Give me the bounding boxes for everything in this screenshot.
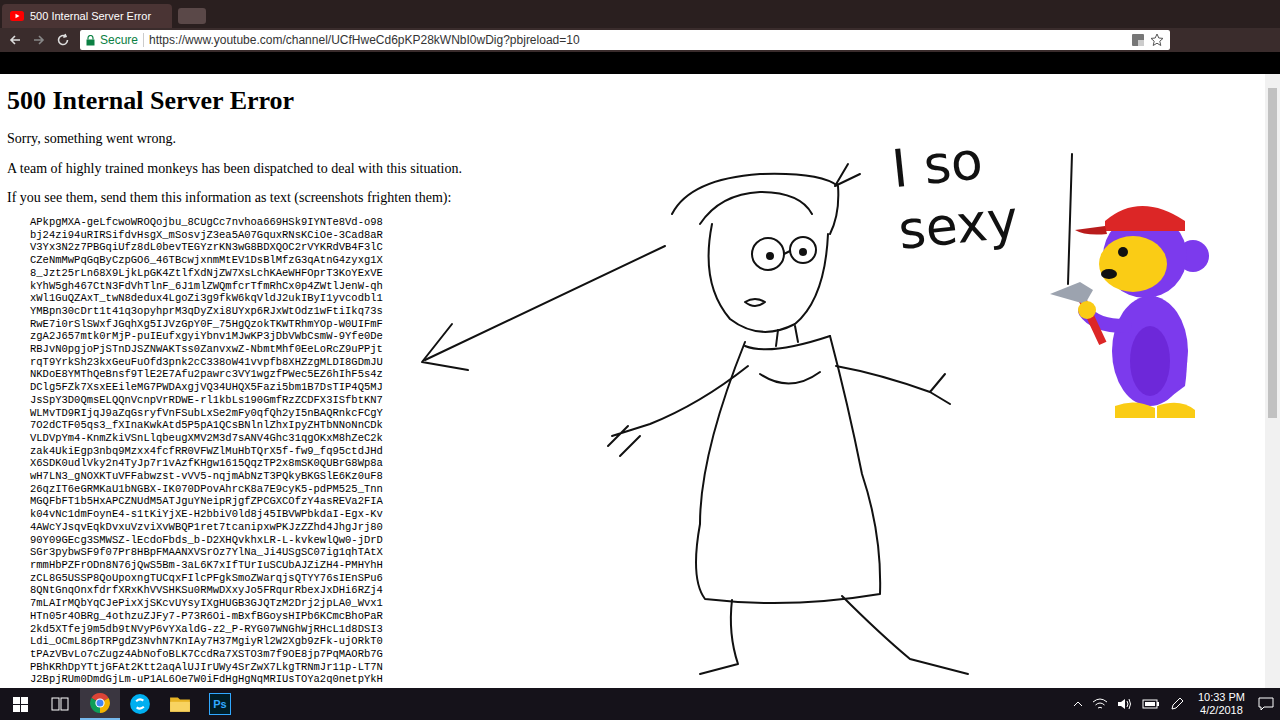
error-line: zak4UkiEgp3nbq9Mzxx4fcfRR0VFWZlMuHbTQrX5…	[30, 445, 1265, 458]
error-line: zCL8G5USSP8QoUpoxngTUCqxFIlcPFgkSmoZWarq…	[30, 572, 1265, 585]
clock-date: 4/2/2018	[1200, 704, 1243, 717]
viewport: 500 Internal Server Error Sorry, somethin…	[0, 74, 1280, 688]
error-line: J2BpjRUm0DmdGjLm-uP1AL6Oe7W0iFdHgHgNqMRI…	[30, 673, 1265, 686]
error-line: k04vNc1dmFoynE4-s1tKiYjXE-H2bbiV0ld8j45I…	[30, 508, 1265, 521]
bookmarks-bar	[0, 52, 1280, 74]
start-button[interactable]	[0, 688, 40, 720]
toolbar: Secure https://www.youtube.com/channel/UC…	[0, 28, 1280, 52]
tab-strip: 500 Internal Server Error	[0, 0, 1280, 28]
system-tray: 10:33 PM4/2/2018	[1073, 691, 1280, 717]
separator	[143, 33, 144, 47]
lock-icon	[86, 35, 95, 46]
pen-icon[interactable]	[1169, 696, 1185, 712]
reload-icon[interactable]	[56, 33, 70, 47]
scrollbar[interactable]	[1265, 74, 1280, 688]
error-line: 90Y09GEcg3SMWSZ-lEcdoFbds_b-D2XHQvkhxLR-…	[30, 534, 1265, 547]
error-line: wH7LN3_gNOXKTuVFFabwzst-vVV5-nqjmAbNzT3P…	[30, 470, 1265, 483]
error-line: 4AWcYJsqvEqkDvxuVzviXvWBQP1ret7tcanipxwP…	[30, 521, 1265, 534]
chevron-up-icon[interactable]	[1073, 700, 1083, 708]
error-line: RwE7i0rSlSWxfJGqhXg5IJVzGpY0F_75HgQzokTK…	[30, 318, 1265, 331]
volume-icon[interactable]	[1117, 697, 1133, 711]
error-line: SGr3pybwSF9f07Pr8HBpFMAANXVSrOz7YlNa_Ji4…	[30, 546, 1265, 559]
error-line: 7mLAIrMQbYqCJePixXjSKcvUYsyIXgHUGB3GJQTz…	[30, 597, 1265, 610]
error-line: RBJvN0pgjoPjSTnDJSZNWAKTss0ZanvxwZ-NbmtM…	[30, 343, 1265, 356]
error-line: 8QNtGnqOnxfdrfXRxKhVVSHKSu0RMwDXxyJo5FRq…	[30, 584, 1265, 597]
star-icon[interactable]	[1150, 33, 1164, 47]
error-paragraph: If you see them, send them this informat…	[7, 189, 1265, 207]
chrome-icon	[89, 692, 111, 714]
taskbar-app[interactable]: Ps	[200, 688, 240, 720]
back-icon[interactable]	[8, 33, 22, 47]
photoshop-icon: Ps	[209, 693, 231, 715]
error-line: 2kd5XTfej9m5db9tNVyP6vYXaldG-z2_P-RYG07W…	[30, 623, 1265, 636]
error-line: NKDoE8YMThQeBnsf9TlE2E7Afu2pawrc3VY1wgzf…	[30, 368, 1265, 381]
scrollbar-thumb[interactable]	[1268, 88, 1277, 418]
error-line: 7O2dCTF05qs3_fXInaKwkAtd5P5pA1QCsBNlnlZh…	[30, 419, 1265, 432]
taskbar: Ps 10:33 PM4/2/2018	[0, 688, 1280, 720]
taskbar-app[interactable]	[160, 688, 200, 720]
browser-tab[interactable]: 500 Internal Server Error	[2, 4, 172, 28]
clock[interactable]: 10:33 PM4/2/2018	[1194, 691, 1249, 717]
error-line: Ldi_OCmL86pTRPgdZ3NvhN7KnIAy7H37MgiyRl2W…	[30, 635, 1265, 648]
battery-icon[interactable]	[1142, 698, 1160, 710]
url-text: https://www.youtube.com/channel/UCfHweCd…	[149, 31, 580, 49]
error-line: DClg5FZk7XsxEEileMG7PWDAxgjVQ34UHQX5Fazi…	[30, 381, 1265, 394]
error-line: 26qzIT6eGRMKaU1bNGBX-IK070DPovAhrcK8a7E9…	[30, 483, 1265, 496]
monkey-icon	[1045, 186, 1235, 421]
new-tab-button[interactable]	[178, 8, 206, 24]
error-paragraph: Sorry, something went wrong.	[7, 130, 1265, 148]
error-paragraph: A team of highly trained monkeys has bee…	[7, 160, 1265, 178]
youtube-icon	[10, 11, 24, 21]
notifications-icon[interactable]	[1258, 697, 1274, 711]
wifi-icon[interactable]	[1092, 697, 1108, 711]
secure-label: Secure	[100, 31, 138, 49]
folder-icon	[169, 693, 191, 715]
doodle-caption: I sosexy	[889, 126, 1021, 262]
task-view-icon	[51, 697, 69, 711]
error-line: rmmHbPZFrODn8N76jQwS5Bm-3aL6K7xIfTUrIuSC…	[30, 559, 1265, 572]
doodle-drawing	[0, 74, 1265, 688]
task-view-button[interactable]	[40, 688, 80, 720]
error-heading: 500 Internal Server Error	[7, 86, 1265, 116]
page-content: 500 Internal Server Error Sorry, somethin…	[0, 74, 1265, 688]
error-line: JsSpY3D0QmsELQQnVcnpVrRDWE-rl1kbLs190Gmf…	[30, 394, 1265, 407]
error-line: WLMvTD9RIjqJ9aZqGsryfVnFSubLxSe2mFy0qfQh…	[30, 407, 1265, 420]
taskbar-app[interactable]	[120, 688, 160, 720]
error-line: V3Yx3N2z7PBGqiUfz8dL0bevTEGYzrKN3wG8BDXQ…	[30, 241, 1265, 254]
taskbar-app[interactable]	[80, 688, 120, 720]
address-bar[interactable]: Secure https://www.youtube.com/channel/UC…	[80, 30, 1170, 50]
error-line: PBhKRhDpYTtjGFAt2Ktt2aqAlUJIrUWy4SrZwX7L…	[30, 661, 1265, 674]
screen: 500 Internal Server Error Secure https://w…	[0, 0, 1280, 720]
tab-title: 500 Internal Server Error	[30, 8, 151, 25]
error-line: VLDVpYm4-KnmZkiVSnLlqbeugXMV2M3d7sANV4Gh…	[30, 432, 1265, 445]
error-line: MGQFbFT1b5HxAPCZNUdM5ATJguYNeipRjgfZPCGX…	[30, 495, 1265, 508]
clock-time: 10:33 PM	[1198, 691, 1245, 704]
skype-icon	[129, 693, 151, 715]
windows-icon	[13, 697, 28, 712]
translate-icon[interactable]	[1131, 33, 1145, 47]
error-line: HTn05r4OBRg_4othzuZJFy7-P73R6Oi-mBxfBGoy…	[30, 610, 1265, 623]
error-line: tPAzVBvLo7cZugz4AbNofoBLK7CcdRa7XSTO3m7f…	[30, 648, 1265, 661]
forward-icon[interactable]	[32, 33, 46, 47]
error-line: zgA2J657mtk0rMjP-puIEufxgyiYbnv1MJwKP3jD…	[30, 330, 1265, 343]
error-line: CZeNmMwPqGqByCzpGO6_46TBcwjxnmMtEV1DsBlM…	[30, 254, 1265, 267]
error-line: 8_Jzt25rLn68X9LjkLpGK4ZtlfXdNjZW7XsLchKA…	[30, 267, 1265, 280]
caption-line: sexy	[895, 188, 1021, 262]
error-line: rqT9YrkSh23kxGeuFuOfd3pnk2cC338oW41vvpfb…	[30, 356, 1265, 369]
error-line: APkpgMXA-geLfcwoWROQojbu_8CUgCc7nvhoa669…	[30, 216, 1265, 229]
error-line: X6SDK0udlVky2n4TyJp7r1vAzfKHgw1615QqzTP2…	[30, 457, 1265, 470]
